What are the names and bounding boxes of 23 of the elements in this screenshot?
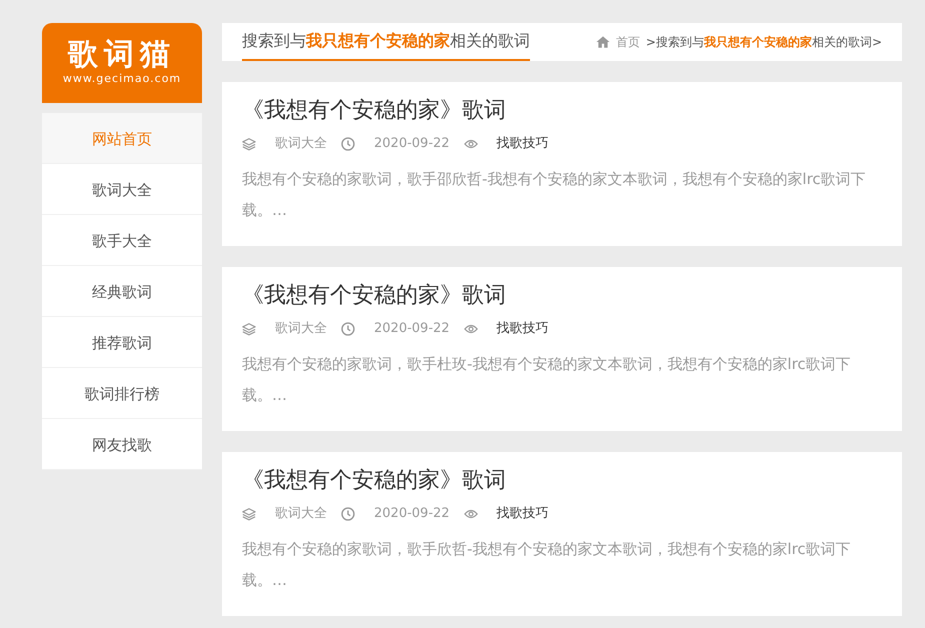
article-date: 2020-09-22 (374, 320, 450, 338)
article-tag[interactable]: 找歌技巧 (496, 319, 549, 339)
article-summary: 我想有个安稳的家歌词，歌手杜玫-我想有个安稳的家文本歌词，我想有个安稳的家lrc歌词下载。… (242, 354, 852, 406)
clock-icon (341, 322, 355, 336)
logo-url: www.gecimao.com (62, 71, 182, 88)
page-title: 搜索到与我只想有个安稳的家相关的歌词 (242, 23, 530, 61)
article-tag[interactable]: 找歌技巧 (496, 504, 549, 524)
layers-icon (242, 137, 256, 152)
breadcrumb-current: >搜索到与我只想有个安稳的家相关的歌词> (646, 34, 882, 51)
article-title[interactable]: 《我想有个安稳的家》歌词 (242, 468, 882, 494)
logo-title: 歌词猫 (68, 38, 176, 72)
clock-icon (341, 137, 355, 152)
article-date: 2020-09-22 (374, 135, 450, 154)
article-summary: 我想有个安稳的家歌词，歌手欣哲-我想有个安稳的家文本歌词，我想有个安稳的家lrc歌词下载。… (242, 538, 852, 591)
article-date: 2020-09-22 (374, 505, 450, 524)
article-title[interactable]: 《我想有个安稳的家》歌词 (242, 98, 882, 124)
clock-icon (341, 506, 355, 521)
article-summary: 我想有个安稳的家歌词，歌手邵欣哲-我想有个安稳的家文本歌词，我想有个安稳的家lrc歌词下载。… (242, 168, 867, 221)
article-title[interactable]: 《我想有个安稳的家》歌词 (242, 282, 882, 310)
layers-icon (242, 322, 256, 336)
article-tag[interactable]: 找歌技巧 (496, 134, 549, 154)
home-icon (596, 35, 610, 49)
layers-icon (242, 506, 256, 521)
